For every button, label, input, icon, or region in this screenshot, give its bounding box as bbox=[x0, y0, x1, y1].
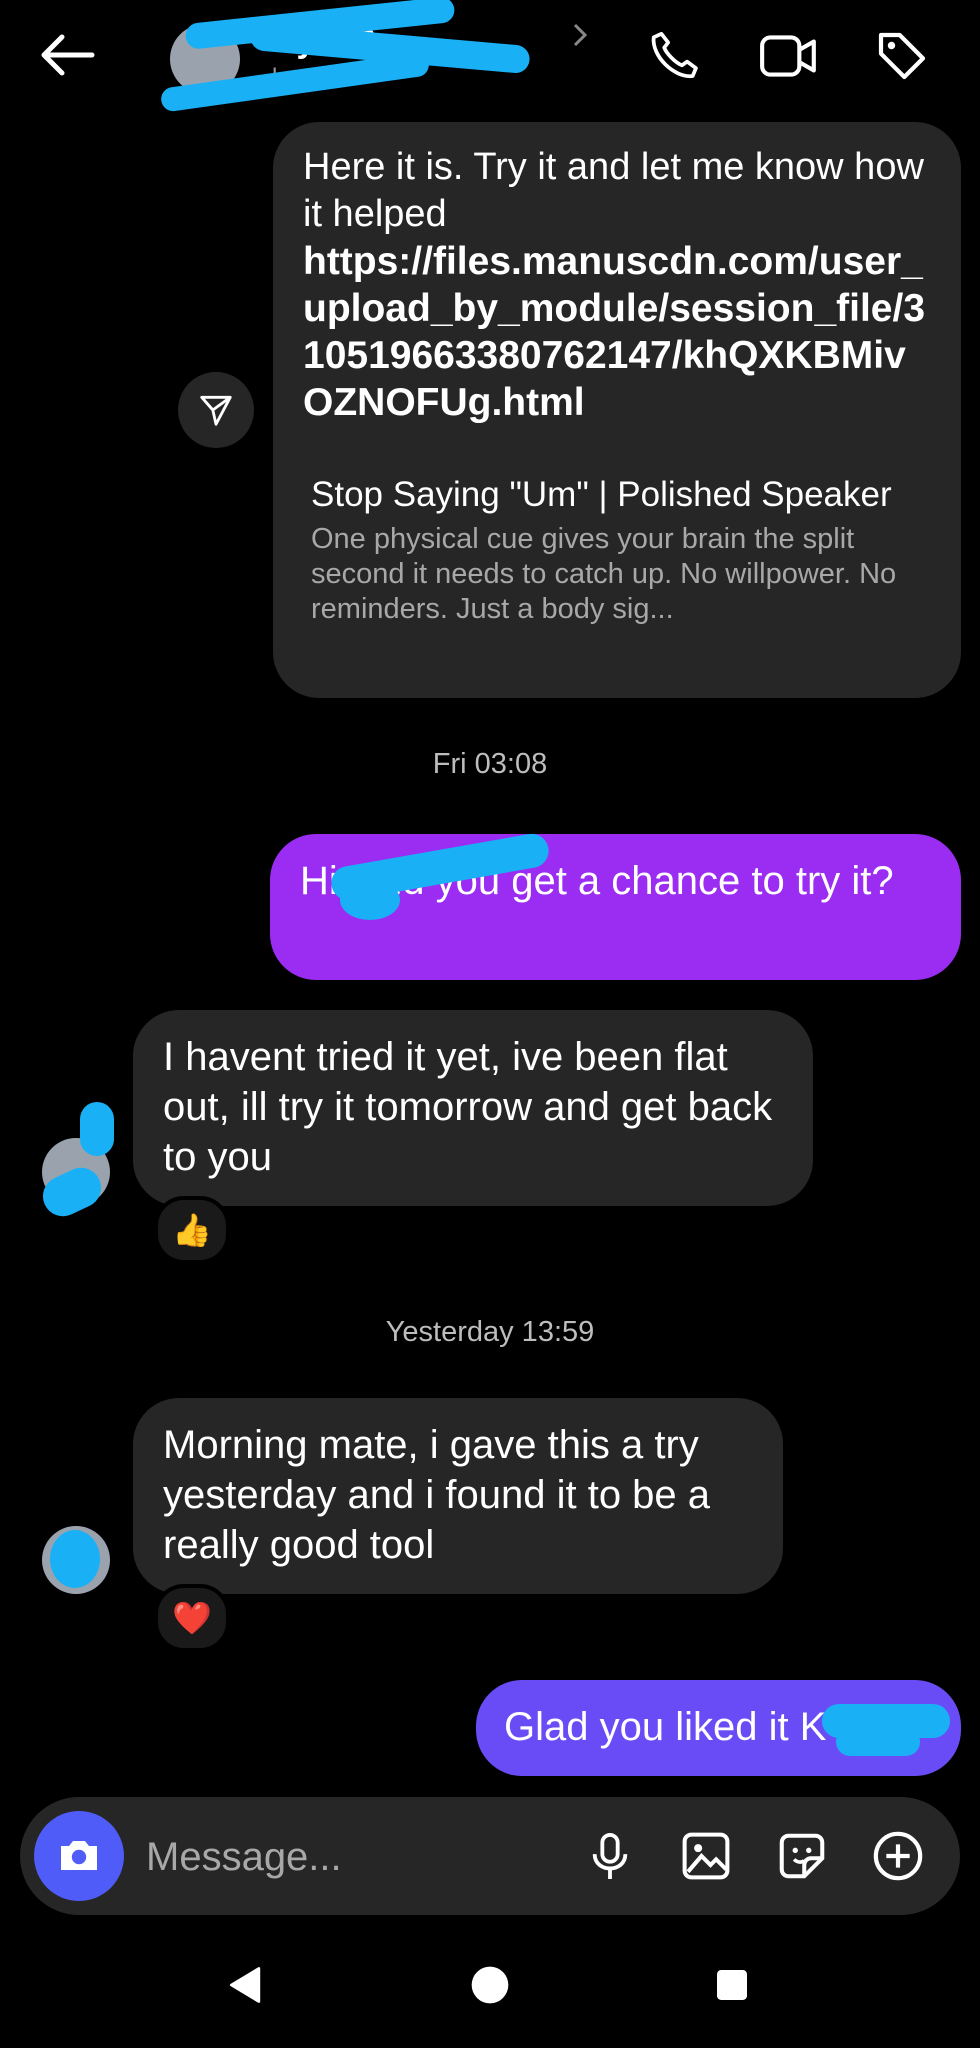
image-icon bbox=[682, 1832, 730, 1880]
video-call-icon[interactable] bbox=[758, 30, 820, 82]
timestamp: Fri 03:08 bbox=[432, 748, 548, 780]
nav-recents-button[interactable] bbox=[702, 1955, 762, 2015]
gallery-button[interactable] bbox=[676, 1826, 736, 1886]
incoming-message[interactable]: Morning mate, i gave this a try yesterda… bbox=[133, 1398, 783, 1594]
redaction-mark bbox=[340, 880, 400, 920]
message-composer bbox=[20, 1797, 960, 1915]
triangle-back-icon bbox=[229, 1967, 261, 2003]
incoming-link-message[interactable]: Here it is. Try it and let me know how i… bbox=[273, 122, 961, 698]
reaction-badge[interactable]: ❤️ bbox=[154, 1584, 230, 1652]
message-input[interactable] bbox=[144, 1821, 568, 1893]
message-text: Morning mate, i gave this a try yesterda… bbox=[163, 1423, 711, 1567]
redaction-mark bbox=[836, 1728, 920, 1756]
message-text: I havent tried it yet, ive been flat out… bbox=[163, 1035, 773, 1179]
share-icon bbox=[200, 395, 232, 426]
tag-icon[interactable] bbox=[874, 28, 930, 84]
nav-home-button[interactable] bbox=[460, 1955, 520, 2015]
redaction-mark bbox=[80, 1102, 114, 1156]
link-preview[interactable]: Stop Saying "Um" | Polished Speaker One … bbox=[303, 474, 931, 627]
forward-button[interactable] bbox=[178, 372, 254, 448]
reaction-badge[interactable]: 👍 bbox=[154, 1196, 230, 1264]
redaction-mark bbox=[50, 1530, 100, 1588]
phone-icon[interactable] bbox=[646, 28, 702, 84]
link-preview-title: Stop Saying "Um" | Polished Speaker bbox=[311, 475, 892, 514]
microphone-icon bbox=[592, 1833, 628, 1879]
sticker-button[interactable] bbox=[772, 1826, 832, 1886]
timestamp: Yesterday 13:59 bbox=[385, 1316, 595, 1348]
circle-home-icon bbox=[471, 1966, 509, 2004]
plus-circle-icon bbox=[873, 1831, 923, 1881]
message-link[interactable]: https://files.manuscdn.com/user_upload_b… bbox=[303, 238, 931, 426]
nav-back-button[interactable] bbox=[216, 1955, 276, 2015]
square-recents-icon bbox=[717, 1970, 747, 2000]
camera-icon bbox=[61, 1841, 97, 1870]
camera-button[interactable] bbox=[34, 1811, 124, 1901]
back-arrow-icon[interactable] bbox=[36, 30, 96, 80]
message-text: Here it is. Try it and let me know how i… bbox=[303, 146, 924, 235]
chevron-right-icon[interactable] bbox=[570, 22, 590, 53]
add-button[interactable] bbox=[868, 1826, 928, 1886]
incoming-message[interactable]: I havent tried it yet, ive been flat out… bbox=[133, 1010, 813, 1206]
sticker-icon bbox=[779, 1833, 825, 1879]
link-preview-description: One physical cue gives your brain the sp… bbox=[311, 523, 897, 625]
microphone-button[interactable] bbox=[580, 1826, 640, 1886]
